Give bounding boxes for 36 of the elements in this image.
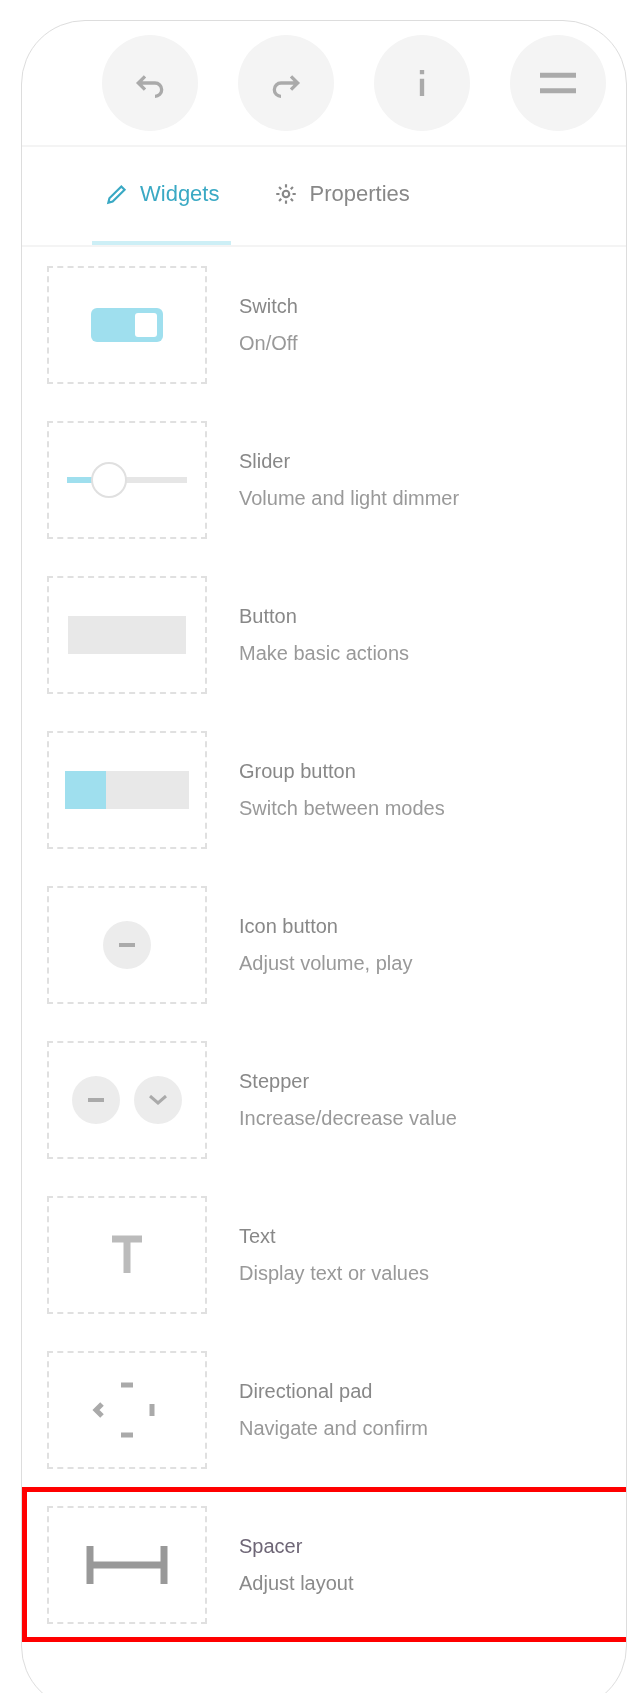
widget-description: Volume and light dimmer <box>239 486 460 510</box>
widget-row[interactable]: Icon button Adjust volume, play <box>22 867 626 1022</box>
spacer-icon <box>86 1543 168 1586</box>
widget-title: Stepper <box>239 1069 311 1093</box>
minus-icon <box>119 942 135 947</box>
tab[interactable]: Properties <box>261 147 422 245</box>
widget-description: Display text or values <box>239 1261 430 1285</box>
widget-description: Switch between modes <box>239 796 445 820</box>
widget-title: Spacer <box>239 1534 304 1558</box>
widget-description: On/Off <box>239 331 298 355</box>
widget-description: Navigate and confirm <box>239 1416 428 1440</box>
widget-row[interactable]: Group button Switch between modes <box>22 712 626 867</box>
minus-icon <box>88 1097 104 1102</box>
widget-row[interactable]: Directional pad Navigate and confirm <box>22 1332 626 1487</box>
menu-icon <box>540 72 576 94</box>
tab[interactable]: Widgets <box>92 147 232 245</box>
widget-row[interactable]: Text Display text or values <box>22 1177 626 1332</box>
widget-description: Adjust volume, play <box>239 951 413 975</box>
widget-title: Switch <box>239 294 298 318</box>
info-icon <box>418 70 426 96</box>
widget-title: Slider <box>239 449 292 473</box>
widget-row[interactable]: Spacer Adjust layout <box>22 1487 626 1642</box>
widget-title: Button <box>239 604 298 628</box>
widget-description: Adjust layout <box>239 1571 354 1595</box>
chevron-icon <box>149 1094 167 1105</box>
widget-description: Make basic actions <box>239 641 410 665</box>
widget-row[interactable]: Slider Volume and light dimmer <box>22 402 626 557</box>
widget-title: Directional pad <box>239 1379 374 1403</box>
text-icon <box>110 1234 144 1275</box>
widget-description: Increase/decrease value <box>239 1106 457 1130</box>
widget-title: Text <box>239 1224 277 1248</box>
widget-row[interactable]: Button Make basic actions <box>22 557 626 712</box>
widget-title: Icon button <box>239 914 339 938</box>
widget-row[interactable]: Stepper Increase/decrease value <box>22 1022 626 1177</box>
widget-title: Group button <box>239 759 357 783</box>
widget-row[interactable]: Switch On/Off <box>22 247 626 402</box>
